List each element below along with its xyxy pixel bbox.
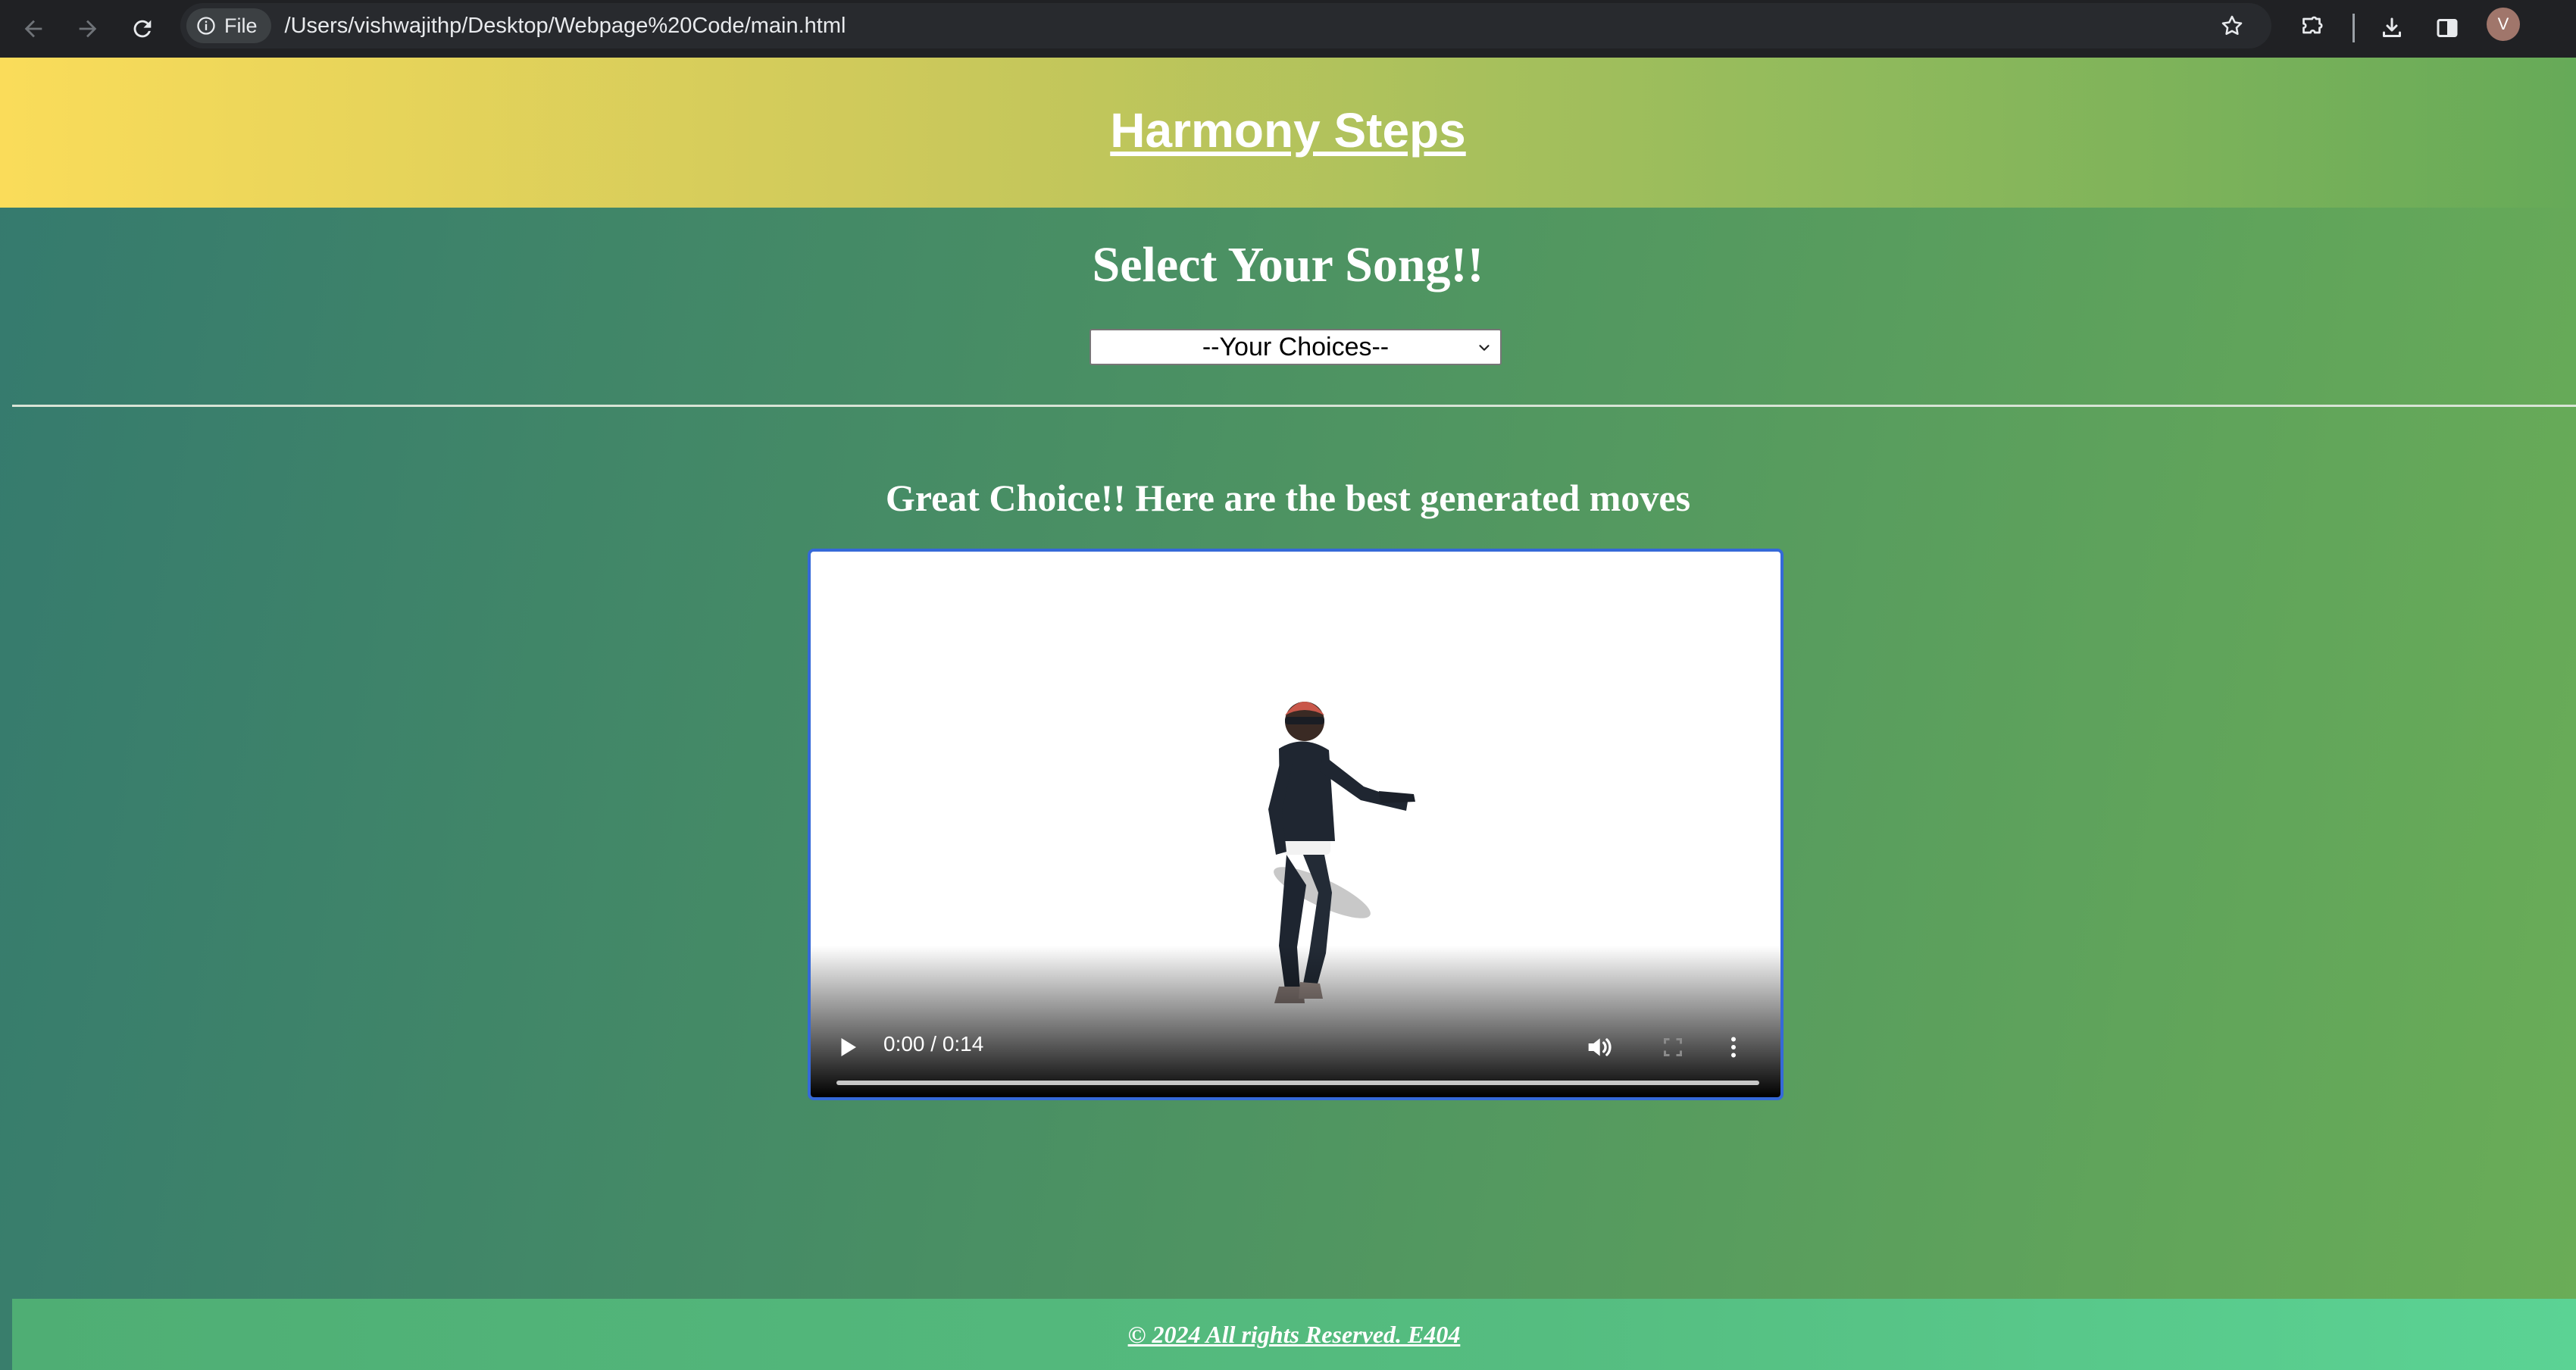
browser-toolbar: File /Users/vishwajithp/Desktop/Webpage%… <box>0 0 2576 58</box>
select-song-heading: Select Your Song!! <box>1092 237 1484 292</box>
file-chip-label: File <box>224 14 258 37</box>
play-icon[interactable] <box>833 1034 861 1061</box>
star-icon <box>2221 15 2243 36</box>
info-icon <box>197 17 215 35</box>
generated-moves-heading: Great Choice!! Here are the best generat… <box>885 477 1691 519</box>
more-options-icon[interactable] <box>1720 1032 1747 1062</box>
volume-icon[interactable] <box>1583 1032 1614 1062</box>
address-bar[interactable]: File /Users/vishwajithp/Desktop/Webpage%… <box>180 3 2271 48</box>
toolbar-separator <box>2352 14 2355 42</box>
download-icon <box>2383 17 2401 37</box>
song-select-value: --Your Choices-- <box>1202 332 1390 361</box>
video-progress-bar[interactable] <box>836 1081 1759 1085</box>
side-panel-button[interactable] <box>2427 8 2468 48</box>
song-select-dropdown[interactable]: --Your Choices-- <box>1089 329 1502 365</box>
site-header: Harmony Steps <box>0 58 2576 208</box>
forward-button[interactable] <box>68 9 108 48</box>
forward-arrow-icon <box>79 20 97 38</box>
fullscreen-icon[interactable] <box>1659 1034 1687 1061</box>
site-footer: © 2024 All rights Reserved. E404 <box>12 1299 2576 1370</box>
extensions-icon <box>2302 16 2323 34</box>
copyright-text[interactable]: © 2024 All rights Reserved. E404 <box>1128 1321 1461 1349</box>
dance-video-player[interactable]: 0:00 / 0:14 <box>808 549 1784 1100</box>
reload-button[interactable] <box>123 9 162 48</box>
back-button[interactable] <box>14 9 53 48</box>
video-time: 0:00 / 0:14 <box>883 1032 984 1056</box>
profile-avatar[interactable]: V <box>2487 8 2520 41</box>
bookmark-button[interactable] <box>2215 9 2249 42</box>
section-divider <box>12 405 2576 407</box>
chevron-down-icon <box>1479 345 1490 351</box>
reload-icon <box>133 20 152 38</box>
side-panel-icon <box>2437 19 2458 37</box>
url-text[interactable]: /Users/vishwajithp/Desktop/Webpage%20Cod… <box>285 14 846 39</box>
back-arrow-icon <box>24 20 42 38</box>
site-info-chip[interactable]: File <box>186 8 271 43</box>
video-controls: 0:00 / 0:14 <box>811 1014 1780 1097</box>
downloads-button[interactable] <box>2371 8 2412 48</box>
extensions-button[interactable] <box>2291 8 2332 48</box>
page-body: Harmony Steps Select Your Song!! --Your … <box>0 58 2576 1370</box>
site-title[interactable]: Harmony Steps <box>1110 102 1465 158</box>
